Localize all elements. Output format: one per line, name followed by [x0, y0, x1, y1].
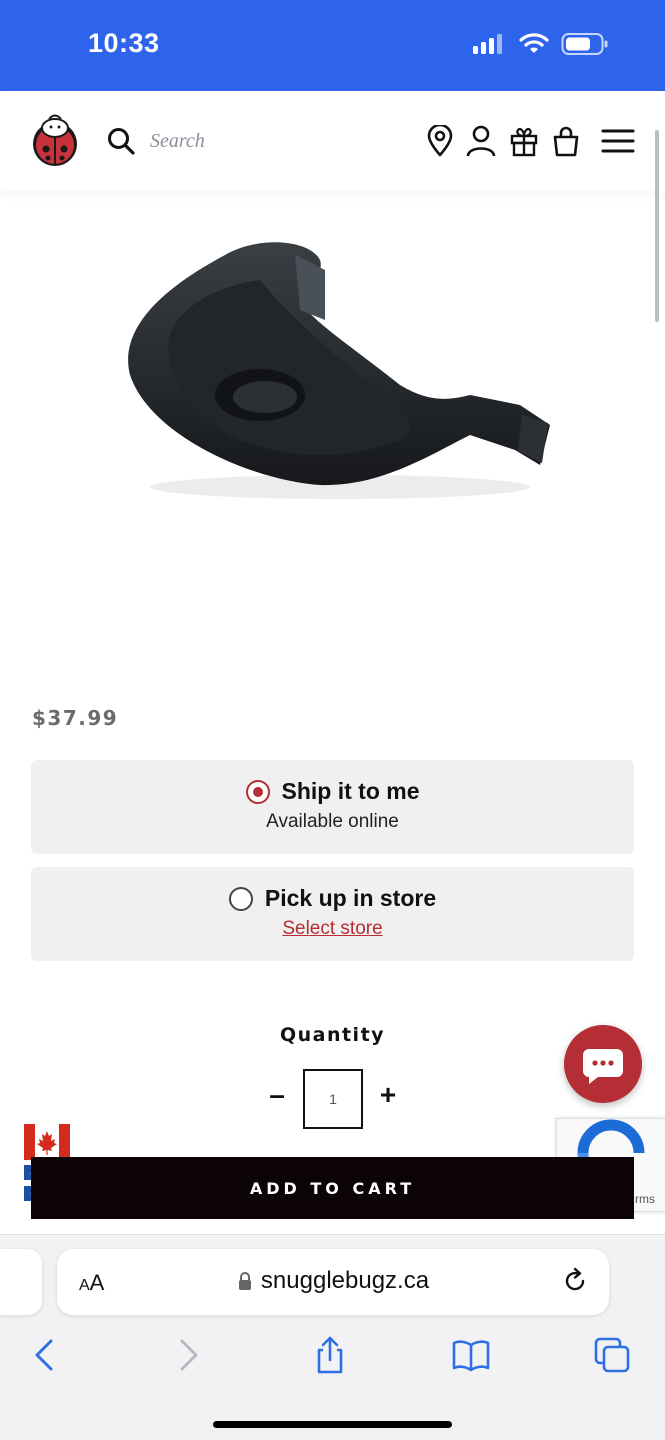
shopping-bag-icon[interactable]	[551, 125, 581, 157]
status-icons	[473, 32, 609, 56]
menu-icon[interactable]	[601, 125, 635, 157]
product-price: $37.99	[32, 706, 119, 730]
add-to-cart-button[interactable]: ADD TO CART	[31, 1157, 634, 1219]
store-location-icon[interactable]	[425, 125, 455, 157]
share-icon[interactable]	[310, 1335, 350, 1375]
pickup-option-title: Pick up in store	[264, 885, 437, 911]
quantity-increase-button[interactable]: +	[375, 1078, 401, 1112]
status-time: 10:33	[88, 28, 160, 58]
ship-option-subtitle: Available online	[266, 811, 399, 832]
cellular-signal-icon	[473, 34, 502, 54]
url-display[interactable]: snugglebugz.ca	[57, 1267, 609, 1295]
back-icon[interactable]	[25, 1335, 65, 1375]
canada-flag[interactable]	[24, 1124, 70, 1160]
address-bar[interactable]: AA snugglebugz.ca	[57, 1249, 609, 1315]
reload-icon[interactable]	[561, 1267, 589, 1295]
status-bar: 10:33	[0, 0, 665, 91]
gift-registry-icon[interactable]	[509, 125, 539, 157]
product-image[interactable]	[110, 225, 560, 505]
account-icon[interactable]	[466, 125, 496, 157]
recaptcha-terms-text[interactable]: rms	[635, 1192, 655, 1206]
forward-icon[interactable]	[168, 1335, 208, 1375]
previous-tab-peek[interactable]	[0, 1249, 42, 1315]
pickup-in-store-option[interactable]: Pick up in store Select store	[31, 867, 634, 961]
ship-to-me-option[interactable]: Ship it to me Available online	[31, 760, 634, 854]
chat-button[interactable]	[564, 1025, 642, 1103]
wifi-icon	[519, 33, 549, 53]
bookmarks-icon[interactable]	[451, 1335, 491, 1375]
lock-icon	[238, 1272, 251, 1290]
snugglebugz-logo[interactable]	[30, 111, 80, 167]
battery-icon	[561, 33, 608, 55]
site-header	[0, 91, 665, 191]
ship-option-title: Ship it to me	[281, 778, 420, 804]
page-scrollbar[interactable]	[655, 130, 659, 322]
quantity-decrease-button[interactable]: –	[264, 1078, 290, 1112]
search-icon[interactable]	[107, 127, 135, 155]
quantity-input[interactable]	[303, 1069, 363, 1129]
pickup-radio[interactable]	[228, 886, 253, 911]
tabs-icon[interactable]	[592, 1335, 632, 1375]
browser-toolbar: AA snugglebugz.ca	[0, 1234, 665, 1440]
ship-radio[interactable]	[245, 779, 270, 804]
home-indicator	[213, 1421, 452, 1428]
chat-bubble-icon	[583, 1049, 623, 1084]
search-input[interactable]	[150, 123, 380, 159]
select-store-link[interactable]: Select store	[282, 918, 382, 940]
url-text: snugglebugz.ca	[260, 1267, 430, 1294]
